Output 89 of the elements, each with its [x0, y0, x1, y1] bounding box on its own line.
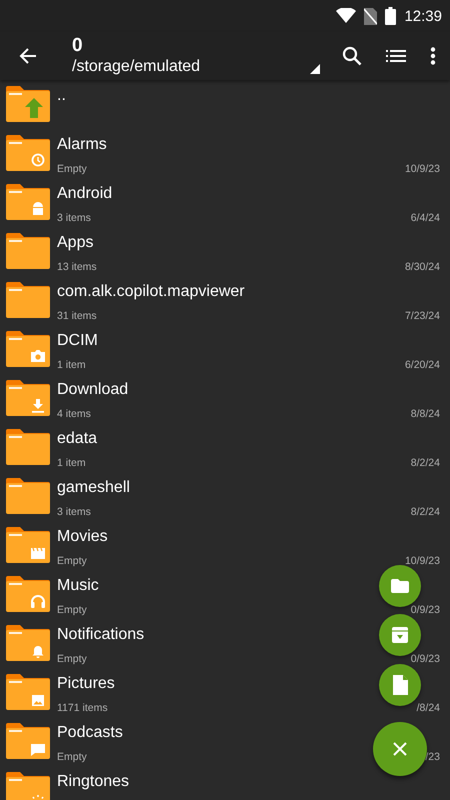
item-count: 1 item [57, 359, 86, 371]
folder-name: Alarms [57, 135, 107, 155]
item-count: Empty [57, 653, 87, 665]
folder-icon [391, 579, 409, 593]
item-count: 4 items [57, 408, 91, 420]
folder-row[interactable]: com.alk.copilot.mapviewer 31 items 7/23/24 [0, 276, 450, 325]
modified-date: /23 [425, 752, 440, 765]
folder-row[interactable]: Pictures 1171 items /8/24 [0, 668, 450, 717]
folder-name: DCIM [57, 331, 98, 351]
dropdown-corner-icon[interactable] [310, 64, 320, 74]
item-count: Empty [57, 751, 87, 763]
back-arrow-icon[interactable] [19, 47, 37, 65]
parent-folder-icon [6, 86, 50, 122]
item-count: 1171 items [57, 702, 108, 714]
folder-title: 0 [72, 35, 83, 57]
folder-row[interactable]: Podcasts Empty /23 [0, 717, 450, 766]
item-count: 3 items [57, 506, 91, 518]
folder-icon [6, 527, 50, 563]
folder-row[interactable]: .. [0, 80, 450, 129]
folder-icon [6, 772, 50, 800]
folder-icon [6, 135, 50, 171]
modified-date: 10/9/23 [404, 164, 440, 177]
folder-row[interactable]: Ringtones [0, 766, 450, 800]
more-options-icon[interactable] [430, 47, 436, 65]
item-count: 13 items [57, 261, 97, 273]
folder-name: gameshell [57, 478, 130, 498]
folder-icon [6, 723, 50, 759]
folder-path: /storage/emulated [72, 57, 200, 77]
archive-icon [392, 627, 408, 643]
folder-name: Movies [57, 527, 108, 547]
folder-row[interactable]: Apps 13 items 8/30/24 [0, 227, 450, 276]
folder-row[interactable]: gameshell 3 items 8/2/24 [0, 472, 450, 521]
folder-row[interactable]: DCIM 1 item 6/20/24 [0, 325, 450, 374]
modified-date: /8/24 [416, 703, 440, 716]
folder-row[interactable]: edata 1 item 8/2/24 [0, 423, 450, 472]
item-count: 1 item [57, 457, 86, 469]
modified-date: 8/30/24 [404, 262, 440, 275]
item-count: Empty [57, 604, 87, 616]
folder-name: Notifications [57, 625, 144, 645]
folder-icon [6, 625, 50, 661]
folder-name: Apps [57, 233, 94, 253]
folder-icon [6, 331, 50, 367]
battery-icon [385, 7, 396, 25]
folder-name: Podcasts [57, 723, 123, 743]
folder-name: Music [57, 576, 99, 596]
modified-date: 6/20/24 [404, 360, 440, 373]
folder-icon [6, 282, 50, 318]
item-count: Empty [57, 555, 87, 567]
modified-date: 0/9/23 [410, 654, 440, 667]
close-menu-button[interactable] [373, 722, 427, 776]
modified-date: 7/23/24 [404, 311, 440, 324]
modified-date: 8/2/24 [410, 507, 440, 520]
archive-button[interactable] [379, 614, 421, 656]
folder-icon [6, 576, 50, 612]
item-count: 31 items [57, 310, 97, 322]
folder-row[interactable]: Notifications Empty 0/9/23 [0, 619, 450, 668]
folder-row[interactable]: Android 3 items 6/4/24 [0, 178, 450, 227]
item-count: 3 items [57, 212, 91, 224]
modified-date: 10/9/23 [404, 556, 440, 569]
folder-name: edata [57, 429, 98, 449]
folder-row[interactable]: Music Empty 0/9/23 [0, 570, 450, 619]
wifi-icon [336, 8, 356, 24]
folder-name: com.alk.copilot.mapviewer [57, 282, 245, 302]
close-icon [393, 742, 407, 756]
modified-date: 6/4/24 [410, 213, 440, 226]
no-sim-icon [364, 8, 378, 24]
modified-date: 8/8/24 [410, 409, 440, 422]
folder-row[interactable]: Download 4 items 8/8/24 [0, 374, 450, 423]
new-folder-button[interactable] [379, 565, 421, 607]
search-icon[interactable] [342, 46, 362, 66]
folder-icon [6, 380, 50, 416]
list-view-icon[interactable] [386, 49, 406, 63]
modified-date: 0/9/23 [410, 605, 440, 618]
folder-row[interactable]: Movies Empty 10/9/23 [0, 521, 450, 570]
folder-icon [6, 478, 50, 514]
folder-icon [6, 233, 50, 269]
folder-icon [6, 429, 50, 465]
folder-name: Download [57, 380, 128, 400]
clock: 12:39 [404, 8, 442, 24]
folder-icon [6, 674, 50, 710]
modified-date: 8/2/24 [410, 458, 440, 471]
file-icon [392, 675, 408, 695]
folder-name: Ringtones [57, 772, 130, 792]
folder-name: Pictures [57, 674, 115, 694]
folder-row[interactable]: Alarms Empty 10/9/23 [0, 129, 450, 178]
folder-icon [6, 184, 50, 220]
item-count: Empty [57, 163, 87, 175]
folder-name: .. [57, 86, 66, 106]
folder-name: Android [57, 184, 112, 204]
